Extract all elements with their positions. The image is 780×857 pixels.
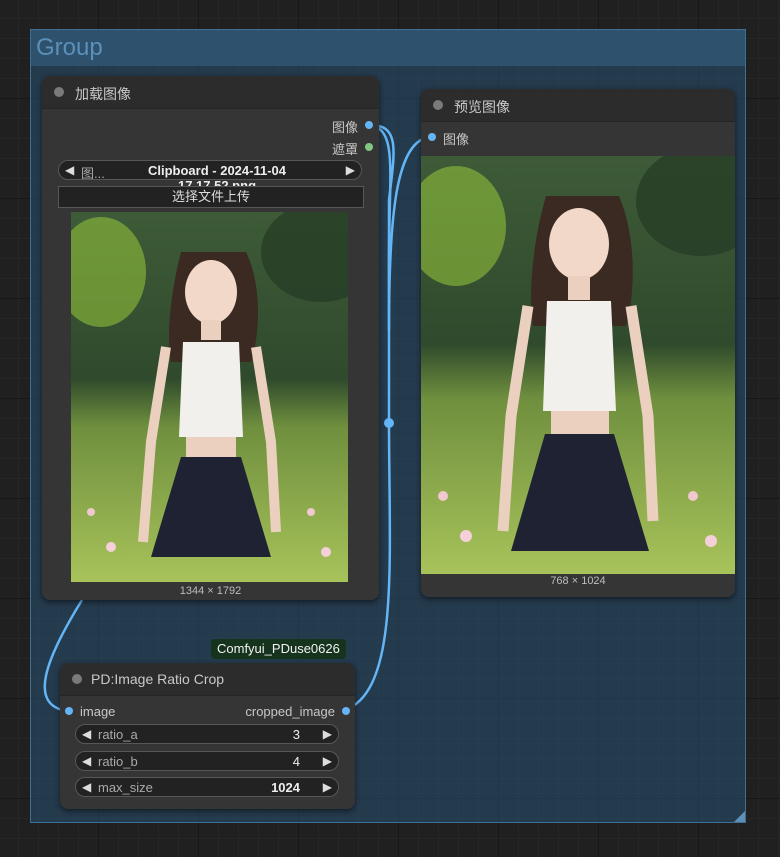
image-size-label: 768 × 1024 [550,575,606,587]
ratio-b-widget[interactable]: ◀ ratio_b 4 ▶ [75,751,339,771]
load-image-node[interactable]: 加载图像 图像 遮罩 ◀ 图... Clipboard - 2024-11-04… [42,76,379,600]
source-badge: Comfyui_PDuse0626 [211,639,346,659]
output-image-dot[interactable] [365,121,373,129]
arrow-right-icon[interactable]: ▶ [323,780,332,794]
upload-button[interactable]: 选择文件上传 [58,186,364,208]
node-title: 加载图像 [75,86,131,102]
max-size-widget[interactable]: ◀ max_size 1024 ▶ [75,777,339,797]
widget-name: max_size [98,780,153,795]
output-cropped-label: cropped_image [245,704,335,719]
image-size-label: 1344 × 1792 [179,585,242,597]
node-title-bar[interactable]: PD:Image Ratio Crop [60,663,355,696]
node-title: PD:Image Ratio Crop [91,671,225,687]
arrow-right-icon[interactable]: ▶ [323,754,332,768]
widget-value: 4 [292,754,300,769]
output-image-label: 图像 [331,120,358,135]
input-image-dot[interactable] [65,707,73,715]
arrow-right-icon[interactable]: ▶ [323,727,332,741]
input-image-dot[interactable] [428,133,436,141]
preview-image-node[interactable]: 预览图像 图像 768 × 1024 [421,89,735,597]
ratio-a-widget[interactable]: ◀ ratio_a 3 ▶ [75,724,339,744]
arrow-left-icon[interactable]: ◀ [65,163,74,177]
input-image-label: image [80,704,116,719]
output-cropped-dot[interactable] [342,707,350,715]
loaded-image [71,212,348,582]
widget-name: ratio_a [98,727,138,742]
node-title: 预览图像 [454,99,510,115]
arrow-right-icon[interactable]: ▶ [346,163,355,177]
ratio-crop-node[interactable]: PD:Image Ratio Crop image cropped_image … [60,663,355,809]
combo-label: 图... [81,166,105,181]
preview-image [421,156,735,574]
arrow-left-icon[interactable]: ◀ [82,754,91,768]
reroute-dot [384,418,394,428]
output-mask-label: 遮罩 [331,142,358,157]
widget-name: ratio_b [98,754,138,769]
arrow-left-icon[interactable]: ◀ [82,780,91,794]
status-dot-icon[interactable] [433,100,443,110]
input-image-label: 图像 [443,132,470,147]
status-dot-icon[interactable] [54,87,64,97]
arrow-left-icon[interactable]: ◀ [82,727,91,741]
node-title-bar[interactable]: 加载图像 [42,76,379,109]
widget-value: 3 [292,727,300,742]
node-title-bar[interactable]: 预览图像 [421,89,735,122]
widget-value: 1024 [271,780,300,795]
status-dot-icon[interactable] [72,674,82,684]
output-mask-dot[interactable] [365,143,373,151]
image-file-combo[interactable]: ◀ 图... Clipboard - 2024-11-04 17.17.52.p… [58,160,362,193]
